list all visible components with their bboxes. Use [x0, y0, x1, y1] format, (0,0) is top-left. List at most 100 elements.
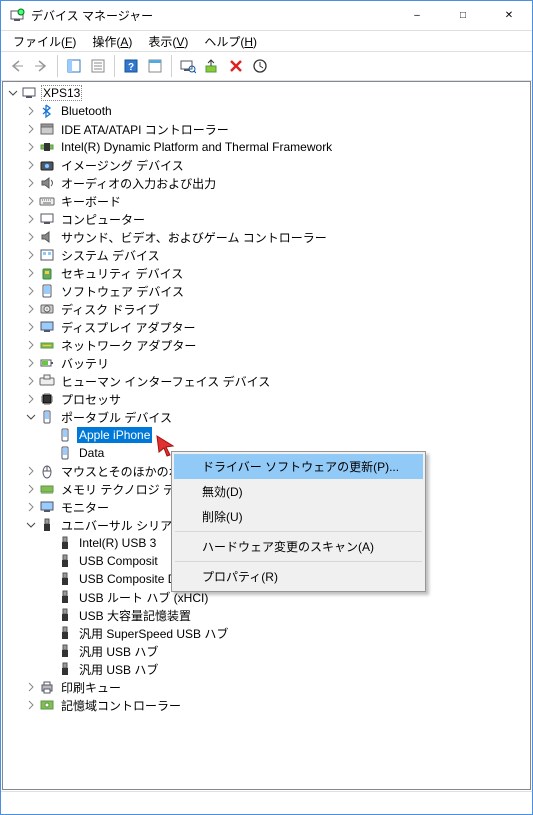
chevron-down-icon[interactable]: [23, 412, 39, 422]
close-button[interactable]: ✕: [486, 1, 532, 30]
tree-label[interactable]: マウスとそのほかのポ: [59, 462, 183, 481]
tree-label[interactable]: ソフトウェア デバイス: [59, 282, 186, 301]
tree-item[interactable]: システム デバイス: [5, 246, 528, 264]
ctx-scan[interactable]: ハードウェア変更のスキャン(A): [174, 534, 423, 559]
tree-item-iphone[interactable]: Apple iPhone: [5, 426, 528, 444]
tree-item[interactable]: ネットワーク アダプター: [5, 336, 528, 354]
minimize-button[interactable]: –: [394, 1, 440, 30]
chevron-right-icon[interactable]: [23, 358, 39, 368]
tree-label[interactable]: イメージング デバイス: [59, 156, 186, 175]
chevron-right-icon[interactable]: [23, 196, 39, 206]
tree-label[interactable]: Data: [77, 445, 106, 461]
tree-item[interactable]: 汎用 USB ハブ: [5, 642, 528, 660]
back-button[interactable]: [5, 54, 29, 78]
tree-item[interactable]: Intel(R) Dynamic Platform and Thermal Fr…: [5, 138, 528, 156]
root-label[interactable]: XPS13: [41, 85, 82, 101]
chevron-right-icon[interactable]: [23, 232, 39, 242]
tree-item[interactable]: コンピューター: [5, 210, 528, 228]
tree-item[interactable]: オーディオの入力および出力: [5, 174, 528, 192]
chevron-right-icon[interactable]: [23, 484, 39, 494]
tree-item[interactable]: USB 大容量記憶装置: [5, 606, 528, 624]
chevron-right-icon[interactable]: [23, 142, 39, 152]
chevron-right-icon[interactable]: [23, 214, 39, 224]
menu-view[interactable]: 表示(V): [140, 32, 196, 51]
properties-button[interactable]: [86, 54, 110, 78]
chevron-right-icon[interactable]: [23, 286, 39, 296]
tree-item[interactable]: ヒューマン インターフェイス デバイス: [5, 372, 528, 390]
tree-label[interactable]: ディスプレイ アダプター: [59, 318, 198, 337]
chevron-right-icon[interactable]: [23, 700, 39, 710]
tree-label[interactable]: ディスク ドライブ: [59, 300, 162, 319]
tree-label[interactable]: コンピューター: [59, 210, 147, 229]
device-tree[interactable]: XPS13 BluetoothIDE ATA/ATAPI コントローラーInte…: [2, 81, 531, 790]
ctx-delete[interactable]: 削除(U): [174, 504, 423, 529]
tree-label[interactable]: 印刷キュー: [59, 678, 123, 697]
chevron-right-icon[interactable]: [23, 250, 39, 260]
disable-button[interactable]: [248, 54, 272, 78]
tree-label[interactable]: USB Composit: [77, 553, 160, 569]
forward-button[interactable]: [29, 54, 53, 78]
ctx-update-driver[interactable]: ドライバー ソフトウェアの更新(P)...: [174, 454, 423, 479]
tree-item[interactable]: キーボード: [5, 192, 528, 210]
tree-label[interactable]: セキュリティ デバイス: [59, 264, 185, 283]
tree-label[interactable]: 汎用 USB ハブ: [77, 660, 160, 679]
chevron-right-icon[interactable]: [23, 160, 39, 170]
tree-item[interactable]: ソフトウェア デバイス: [5, 282, 528, 300]
tree-item[interactable]: ディスプレイ アダプター: [5, 318, 528, 336]
chevron-right-icon[interactable]: [23, 322, 39, 332]
tree-item-portable[interactable]: ポータブル デバイス: [5, 408, 528, 426]
help-button[interactable]: ?: [119, 54, 143, 78]
chevron-right-icon[interactable]: [23, 340, 39, 350]
chevron-right-icon[interactable]: [23, 124, 39, 134]
tree-label[interactable]: ユニバーサル シリアル: [59, 516, 186, 535]
tree-item-print[interactable]: 印刷キュー: [5, 678, 528, 696]
tree-item[interactable]: サウンド、ビデオ、およびゲーム コントローラー: [5, 228, 528, 246]
tree-item[interactable]: プロセッサ: [5, 390, 528, 408]
tree-item[interactable]: 汎用 SuperSpeed USB ハブ: [5, 624, 528, 642]
tree-label[interactable]: ポータブル デバイス: [59, 408, 174, 427]
uninstall-button[interactable]: [224, 54, 248, 78]
update-driver-button[interactable]: [200, 54, 224, 78]
chevron-right-icon[interactable]: [23, 682, 39, 692]
tree-label[interactable]: ヒューマン インターフェイス デバイス: [59, 372, 272, 391]
menu-action[interactable]: 操作(A): [84, 32, 140, 51]
tree-item[interactable]: 汎用 USB ハブ: [5, 660, 528, 678]
chevron-right-icon[interactable]: [23, 268, 39, 278]
tree-item-storage[interactable]: 記憶域コントローラー: [5, 696, 528, 714]
chevron-right-icon[interactable]: [23, 106, 39, 116]
tree-label[interactable]: Intel(R) Dynamic Platform and Thermal Fr…: [59, 139, 334, 155]
tree-label[interactable]: 汎用 SuperSpeed USB ハブ: [77, 624, 230, 643]
tree-item[interactable]: イメージング デバイス: [5, 156, 528, 174]
ctx-properties[interactable]: プロパティ(R): [174, 564, 423, 589]
tree-item[interactable]: バッテリ: [5, 354, 528, 372]
tree-label[interactable]: IDE ATA/ATAPI コントローラー: [59, 120, 231, 139]
tree-label[interactable]: メモリ テクノロジ デバ: [59, 480, 189, 499]
tree-label[interactable]: 汎用 USB ハブ: [77, 642, 160, 661]
chevron-right-icon[interactable]: [23, 304, 39, 314]
chevron-right-icon[interactable]: [23, 502, 39, 512]
chevron-right-icon[interactable]: [23, 376, 39, 386]
tree-label[interactable]: モニター: [59, 498, 111, 517]
tree-label[interactable]: サウンド、ビデオ、およびゲーム コントローラー: [59, 228, 329, 247]
tree-label[interactable]: プロセッサ: [59, 390, 123, 409]
tree-item[interactable]: セキュリティ デバイス: [5, 264, 528, 282]
tree-label[interactable]: Bluetooth: [59, 103, 114, 119]
tree-item[interactable]: Bluetooth: [5, 102, 528, 120]
scan-hardware-button[interactable]: [176, 54, 200, 78]
menu-help[interactable]: ヘルプ(H): [196, 32, 265, 51]
tree-label[interactable]: USB 大容量記憶装置: [77, 606, 193, 625]
ctx-disable[interactable]: 無効(D): [174, 479, 423, 504]
show-tree-button[interactable]: [62, 54, 86, 78]
tree-item[interactable]: ディスク ドライブ: [5, 300, 528, 318]
menu-file[interactable]: ファイル(F): [5, 32, 84, 51]
chevron-right-icon[interactable]: [23, 178, 39, 188]
chevron-right-icon[interactable]: [23, 394, 39, 404]
tree-label[interactable]: 記憶域コントローラー: [59, 696, 183, 715]
action-button[interactable]: [143, 54, 167, 78]
tree-label[interactable]: キーボード: [59, 192, 123, 211]
maximize-button[interactable]: □: [440, 1, 486, 30]
tree-label[interactable]: ネットワーク アダプター: [59, 336, 198, 355]
tree-label[interactable]: システム デバイス: [59, 246, 162, 265]
chevron-right-icon[interactable]: [23, 466, 39, 476]
tree-label[interactable]: オーディオの入力および出力: [59, 174, 218, 193]
